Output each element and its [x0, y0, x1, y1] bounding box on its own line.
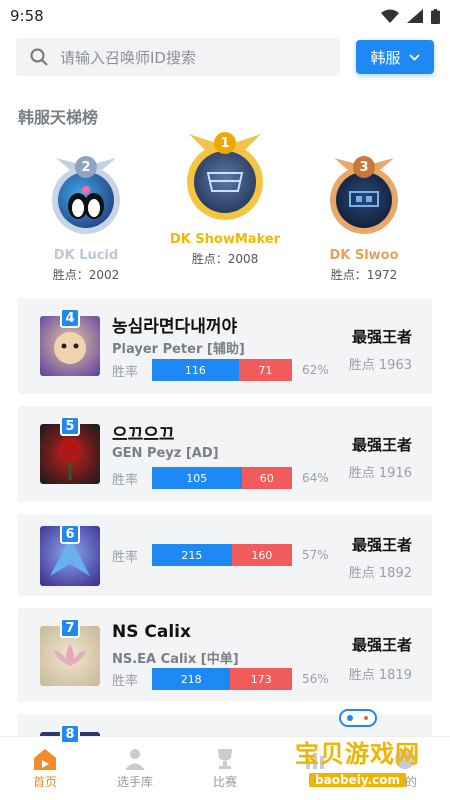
winrate-label: 胜率 — [112, 364, 139, 380]
tab-home[interactable]: 首页 — [0, 737, 90, 800]
losses-segment: 160 — [231, 544, 292, 566]
podium-points-1: 胜点：2008 — [191, 252, 259, 266]
winrate-percent: 56% — [302, 672, 329, 686]
player-name: 농심라면다내꺼야 — [112, 317, 238, 337]
losses-segment: 60 — [241, 467, 292, 489]
wins-segment: 218 — [152, 668, 231, 690]
wins-segment: 116 — [152, 359, 239, 381]
player-card-7[interactable]: 7 NS Calix NS.EA Calix [中单] 胜率 218 173 5… — [18, 608, 432, 702]
tab-label: 选手库 — [116, 775, 153, 789]
winrate-label: 胜率 — [112, 472, 139, 488]
winrate-row: 胜率 218 173 56% — [112, 668, 329, 690]
tab-matches[interactable]: 比赛 — [180, 737, 270, 800]
tier-label: 最强王者 — [351, 328, 412, 346]
watermark: 宝贝游戏网 baobeiy.com — [295, 706, 420, 788]
rank-badge-7: 7 — [60, 618, 80, 638]
winrate-row: 胜率 215 160 57% — [112, 544, 329, 566]
signal-icon — [407, 9, 423, 23]
podium-entry-2[interactable]: 2 DK Lucid 胜点：2002 — [40, 150, 132, 283]
winrate-label: 胜率 — [112, 549, 139, 565]
search-row: 请输入召唤师ID搜索 韩服 — [0, 32, 450, 76]
status-bar: 9:58 — [0, 0, 450, 32]
rank-badge-5: 5 — [60, 416, 80, 436]
chevron-down-icon — [408, 53, 420, 61]
losses-segment: 173 — [230, 668, 292, 690]
winrate-label: 胜率 — [112, 673, 139, 689]
gamepad-icon — [338, 709, 377, 727]
podium-points-2: 胜点：2002 — [52, 268, 120, 282]
rank-badge-1: 1 — [214, 132, 236, 154]
tab-players[interactable]: 选手库 — [90, 737, 180, 800]
player-card-6[interactable]: 6 胜率 215 160 57% 最强王者 胜点 1892 — [18, 514, 432, 596]
home-icon — [34, 749, 56, 770]
avatar-slwoo — [336, 172, 392, 228]
winrate-row: 胜率 105 60 64% — [112, 467, 329, 489]
winrate-percent: 57% — [302, 548, 329, 562]
rank-badge-2: 2 — [75, 156, 97, 178]
status-time: 9:58 — [10, 7, 44, 25]
watermark-text: 宝贝游戏网 — [295, 740, 420, 768]
player-team: Player Peter [辅助] — [112, 342, 245, 357]
podium-entry-1[interactable]: 1 DK ShowMaker 胜点：2008 — [168, 128, 282, 267]
silver-medal: 2 — [50, 150, 122, 242]
player-team: GEN Peyz [AD] — [112, 446, 219, 461]
podium: 2 DK Lucid 胜点：2002 1 DK ShowMaker 胜点：200… — [0, 128, 450, 298]
search-placeholder: 请输入召唤师ID搜索 — [60, 48, 196, 67]
podium-name-1: DK ShowMaker — [169, 232, 281, 247]
podium-points-3: 胜点：1972 — [330, 268, 398, 282]
player-name: NS Calix — [112, 622, 191, 642]
winrate-percent: 64% — [302, 471, 329, 485]
tier-points: 胜点 1963 — [348, 358, 412, 373]
player-team: NS.EA Calix [中单] — [112, 652, 239, 667]
tab-label: 比赛 — [212, 775, 237, 789]
avatar-lucid — [58, 172, 114, 228]
avatar-showmaker — [194, 151, 256, 213]
tier-points: 胜点 1892 — [348, 566, 412, 581]
winrate-bar: 105 60 — [152, 467, 292, 489]
search-input[interactable]: 请输入召唤师ID搜索 — [16, 38, 340, 76]
tier-points: 胜点 1819 — [348, 668, 412, 683]
tab-label: 首页 — [32, 775, 57, 789]
wifi-icon — [381, 9, 399, 23]
podium-entry-3[interactable]: 3 DK Slwoo 胜点：1972 — [318, 150, 410, 283]
rank-badge-6: 6 — [60, 524, 80, 544]
winrate-bar: 218 173 — [152, 668, 292, 690]
section-title: 韩服天梯榜 — [18, 108, 99, 127]
player-name: 으끄으끄 — [112, 425, 175, 445]
watermark-url: baobeiy.com — [309, 773, 406, 787]
person-icon — [125, 749, 145, 770]
podium-name-3: DK Slwoo — [329, 248, 399, 263]
bronze-medal: 3 — [328, 150, 400, 242]
winrate-row: 胜率 116 71 62% — [112, 359, 329, 381]
search-icon — [30, 48, 48, 66]
winrate-bar: 215 160 — [152, 544, 292, 566]
podium-name-2: DK Lucid — [53, 248, 119, 263]
player-card-5[interactable]: 5 으끄으끄 GEN Peyz [AD] 胜率 105 60 64% 最强王者 … — [18, 406, 432, 502]
status-icons — [381, 8, 440, 24]
winrate-bar: 116 71 — [152, 359, 292, 381]
region-select-button[interactable]: 韩服 — [356, 40, 434, 74]
region-label: 韩服 — [370, 48, 401, 67]
player-card-4[interactable]: 4 농심라면다내꺼야 Player Peter [辅助] 胜率 116 71 6… — [18, 298, 432, 394]
rank-badge-4: 4 — [60, 308, 80, 328]
gold-medal: 1 — [183, 128, 267, 230]
winrate-percent: 62% — [302, 363, 329, 377]
tier-label: 最强王者 — [351, 436, 412, 454]
rank-badge-3: 3 — [353, 156, 375, 178]
penguin-avatar-icon — [68, 186, 104, 219]
slwoo-logo-icon — [349, 191, 379, 207]
wins-segment: 105 — [152, 467, 242, 489]
tier-points: 胜点 1916 — [348, 466, 412, 481]
tier-label: 最强王者 — [351, 536, 412, 554]
wins-segment: 215 — [152, 544, 232, 566]
tier-label: 最强王者 — [351, 636, 412, 654]
losses-segment: 71 — [238, 359, 292, 381]
rank-badge-8: 8 — [60, 724, 80, 744]
showmaker-logo-icon — [206, 172, 244, 192]
trophy-icon — [218, 749, 232, 769]
battery-icon — [431, 8, 440, 24]
